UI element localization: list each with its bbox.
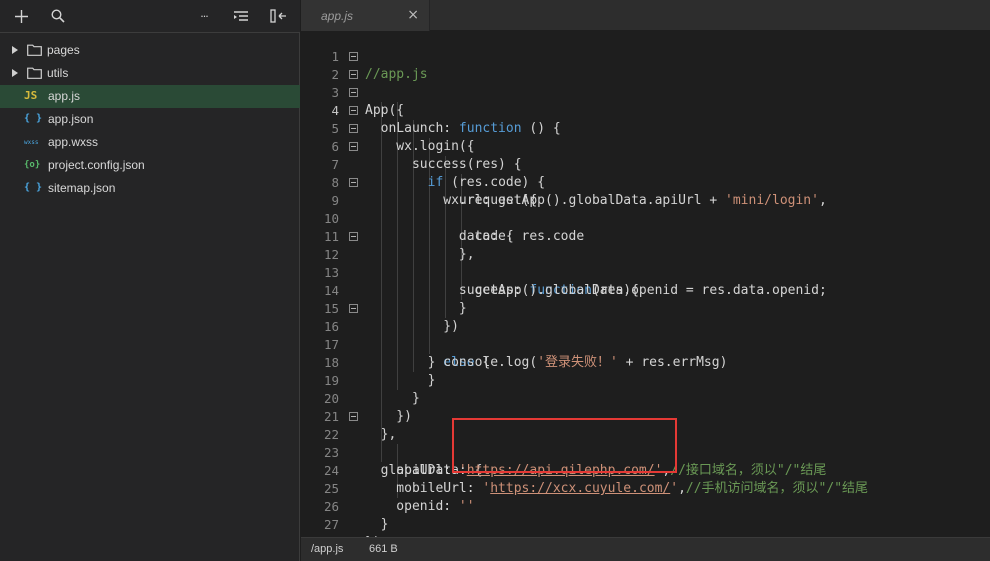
code-line: 21 }, [301,390,990,442]
code-line: 23 apiUrl: 'https://api.qilephp.com/',//… [301,426,990,478]
tab-app-js[interactable]: app.js × [301,0,430,31]
tree-file-app-js[interactable]: JS app.js [0,85,300,108]
code-line: 26 } [301,480,990,532]
code-line: 19 } [301,354,990,406]
code-line: 5 success(res) { [301,102,990,172]
code-line: 16 } else { [301,300,990,370]
explorer-toolbar: ··· [0,0,300,33]
more-icon[interactable]: ··· [193,6,215,26]
fold-icon[interactable] [349,142,358,151]
code-line: 1 //app.js [301,30,990,82]
json-file-icon: { } [24,182,43,193]
code-line: 17 console.log('登录失败！' + res.errMsg) [301,318,990,370]
status-file-path[interactable]: /app.js [311,543,343,555]
config-file-icon: {o} [24,160,41,170]
close-icon[interactable]: × [407,8,419,22]
tree-folder-pages[interactable]: pages [0,39,300,62]
code-line: 2 App({ [301,48,990,118]
tree-file-app-wxss[interactable]: wxss app.wxss [0,131,300,154]
file-explorer: ··· pages utils JS app.js { } app.json w… [0,0,300,561]
tree-item-label: app.wxss [48,135,99,149]
code-line: 12 success: function(res){ [301,228,990,298]
line-number: 27 [323,517,339,532]
wxss-file-icon: wxss [24,139,39,146]
code-line: 11 }, [301,210,990,262]
json-file-icon: { } [24,113,43,124]
code-line: 4 wx.login({ [301,84,990,154]
search-icon[interactable] [47,6,69,26]
code-line: 24 mobileUrl: 'https://xcx.cuyule.com/',… [301,444,990,496]
code-line: 8 url: getApp().globalData.apiUrl + 'min… [301,156,990,208]
tree-folder-utils[interactable]: utils [0,62,300,85]
code-line: 27 }) [301,498,990,550]
file-tree: pages utils JS app.js { } app.json wxss … [0,39,300,200]
code-line: 14 } [301,264,990,316]
tree-item-label: project.config.json [48,158,145,172]
code-editor: app.js × 1 //app.js 2 App({ 3 onLaunch: … [301,0,990,561]
tree-file-app-json[interactable]: { } app.json [0,108,300,131]
code-line: 13 getApp().globalData.openid = res.data… [301,246,990,298]
fold-icon[interactable] [349,70,358,79]
plus-icon[interactable] [10,6,32,26]
code-line: 10 code: res.code [301,192,990,244]
fold-icon[interactable] [349,412,358,421]
tab-bar: app.js × [301,0,990,31]
fold-icon[interactable] [349,178,358,187]
collapse-icon[interactable] [230,6,252,26]
code-area[interactable]: 1 //app.js 2 App({ 3 onLaunch: function … [301,30,990,550]
tree-item-label: utils [47,66,69,80]
status-bar: /app.js 661 B [301,537,990,561]
tree-file-project-config[interactable]: {o} project.config.json [0,154,300,177]
fold-icon[interactable] [349,124,358,133]
tab-label: app.js [321,9,354,23]
code-line: 22 globalData: { [301,408,990,478]
folder-icon [27,67,42,79]
code-line: 6 if (res.code) { [301,120,990,190]
folder-icon [27,44,42,56]
code-line: 9 data: { [301,174,990,244]
tree-item-label: app.json [48,112,94,126]
js-file-icon: JS [24,89,38,102]
code-line: 7 wx.request({ [301,138,990,208]
tree-file-sitemap-json[interactable]: { } sitemap.json [0,177,300,200]
code-text: } [365,517,389,532]
tree-item-label: pages [47,43,80,57]
code-line: 15 }) [301,282,990,334]
chevron-right-icon[interactable] [12,46,18,54]
tree-item-label: sitemap.json [48,181,116,195]
code-line: 25 openid: '' [301,462,990,514]
split-icon[interactable] [267,6,289,26]
chevron-right-icon[interactable] [12,69,18,77]
code-line: 18 } [301,336,990,388]
status-file-size: 661 B [369,543,398,555]
fold-icon[interactable] [349,232,358,241]
fold-icon[interactable] [349,52,358,61]
tree-item-label: app.js [48,89,81,103]
code-line: 20 }) [301,372,990,424]
fold-icon[interactable] [349,106,358,115]
code-line: 3 onLaunch: function () { [301,66,990,136]
fold-icon[interactable] [349,88,358,97]
fold-icon[interactable] [349,304,358,313]
